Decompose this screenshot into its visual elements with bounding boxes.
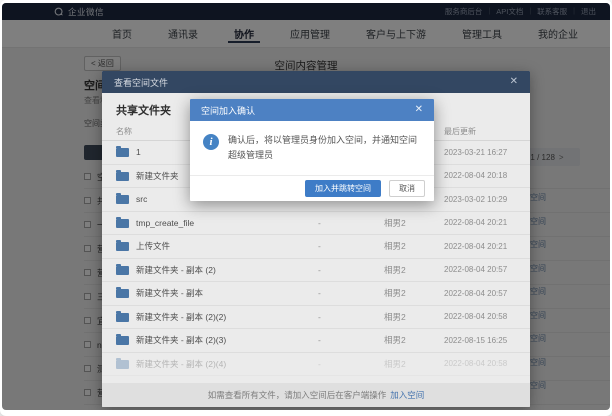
file-name-cell: 新建文件夹 - 副本 (2)(2) bbox=[116, 311, 314, 323]
folder-icon bbox=[116, 148, 129, 157]
folder-icon bbox=[116, 336, 129, 345]
file-name: src bbox=[136, 194, 147, 204]
file-updated: 2022-08-15 16:25 bbox=[444, 336, 516, 345]
files-dialog-footer: 如需查看所有文件，请加入空间后在客户端操作 加入空间 bbox=[102, 383, 530, 407]
file-name-cell: 上传文件 bbox=[116, 240, 314, 252]
file-updated: 2022-08-04 20:58 bbox=[444, 312, 516, 321]
info-icon: i bbox=[203, 134, 219, 150]
file-row[interactable]: 新建文件夹 - 副本 (2) -相男22022-08-04 20:57 bbox=[102, 259, 530, 283]
confirm-dialog-title: 空间加入确认 bbox=[201, 104, 255, 117]
file-name: 新建文件夹 - 副本 (2)(3) bbox=[136, 334, 226, 346]
file-size: - bbox=[314, 288, 374, 298]
file-size: - bbox=[314, 335, 374, 345]
file-name-cell: 新建文件夹 - 副本 (2) bbox=[116, 264, 314, 276]
file-creator: 相男2 bbox=[374, 311, 444, 323]
file-creator: 相男2 bbox=[374, 334, 444, 346]
folder-icon bbox=[116, 313, 129, 322]
file-creator: 相男2 bbox=[374, 287, 444, 299]
footer-hint: 如需查看所有文件，请加入空间后在客户端操作 bbox=[208, 389, 387, 401]
close-icon[interactable]: ✕ bbox=[415, 105, 423, 115]
file-name: 新建文件夹 - 副本 (2)(2) bbox=[136, 311, 226, 323]
file-size: - bbox=[314, 265, 374, 275]
file-updated: 2022-08-04 20:57 bbox=[444, 265, 516, 274]
file-name-cell: tmp_create_file bbox=[116, 218, 314, 228]
column-updated: 最后更新 bbox=[444, 126, 516, 137]
file-name: 上传文件 bbox=[136, 240, 170, 252]
file-size: - bbox=[314, 312, 374, 322]
file-creator: 相男2 bbox=[374, 264, 444, 276]
join-space-link[interactable]: 加入空间 bbox=[390, 389, 424, 401]
file-row[interactable]: 新建文件夹 - 副本 (2)(4) -相男22022-08-04 20:58 bbox=[102, 353, 530, 377]
file-row[interactable]: 新建文件夹 - 副本 (2)(2) -相男22022-08-04 20:58 bbox=[102, 306, 530, 330]
folder-icon bbox=[116, 195, 129, 204]
file-updated: 2022-08-04 20:18 bbox=[444, 171, 516, 180]
file-updated: 2023-03-02 10:29 bbox=[444, 195, 516, 204]
file-creator: 相男2 bbox=[374, 358, 444, 370]
folder-icon bbox=[116, 360, 129, 369]
file-creator: 相男2 bbox=[374, 240, 444, 252]
file-name: 新建文件夹 bbox=[136, 170, 179, 182]
file-row[interactable]: 新建文件夹 - 副本 -相男22022-08-04 20:57 bbox=[102, 282, 530, 306]
files-dialog-title: 查看空间文件 bbox=[114, 76, 168, 89]
file-row[interactable]: 上传文件 -相男22022-08-04 20:21 bbox=[102, 235, 530, 259]
file-updated: 2022-08-04 20:21 bbox=[444, 242, 516, 251]
confirm-message: 确认后，将以管理员身份加入空间，并通知空间超级管理员 bbox=[228, 133, 420, 162]
browser-window: 企业微信 服务商后台|API文档|联系客服|退出 首页通讯录协作应用管理客户与上… bbox=[0, 0, 612, 416]
file-size: - bbox=[314, 359, 374, 369]
file-name: tmp_create_file bbox=[136, 218, 194, 228]
join-confirm-dialog: 空间加入确认 ✕ i 确认后，将以管理员身份加入空间，并通知空间超级管理员 加入… bbox=[190, 99, 434, 201]
file-name: 1 bbox=[136, 147, 141, 157]
wecom-admin-app: 企业微信 服务商后台|API文档|联系客服|退出 首页通讯录协作应用管理客户与上… bbox=[2, 3, 610, 410]
file-size: - bbox=[314, 218, 374, 228]
file-name: 新建文件夹 - 副本 bbox=[136, 287, 203, 299]
file-size: - bbox=[314, 241, 374, 251]
folder-icon bbox=[116, 266, 129, 275]
confirm-dialog-body: i 确认后，将以管理员身份加入空间，并通知空间超级管理员 bbox=[190, 121, 434, 175]
file-name: 新建文件夹 - 副本 (2)(4) bbox=[136, 358, 226, 370]
folder-icon bbox=[116, 289, 129, 298]
file-name-cell: 新建文件夹 - 副本 (2)(3) bbox=[116, 334, 314, 346]
join-and-go-button[interactable]: 加入并跳转空间 bbox=[305, 180, 381, 197]
file-creator: 相男2 bbox=[374, 217, 444, 229]
confirm-dialog-header: 空间加入确认 ✕ bbox=[190, 99, 434, 121]
file-row[interactable]: tmp_create_file -相男22022-08-04 20:21 bbox=[102, 212, 530, 236]
file-updated: 2022-08-04 20:58 bbox=[444, 359, 516, 368]
folder-icon bbox=[116, 219, 129, 228]
file-row[interactable]: 新建文件夹 - 副本 (2)(3) -相男22022-08-15 16:25 bbox=[102, 329, 530, 353]
file-name: 新建文件夹 - 副本 (2) bbox=[136, 264, 216, 276]
files-dialog-header: 查看空间文件 ✕ bbox=[102, 71, 530, 93]
file-name-cell: 新建文件夹 - 副本 bbox=[116, 287, 314, 299]
confirm-dialog-footer: 加入并跳转空间 取消 bbox=[190, 175, 434, 201]
file-updated: 2022-08-04 20:21 bbox=[444, 218, 516, 227]
folder-icon bbox=[116, 172, 129, 181]
file-updated: 2023-03-21 16:27 bbox=[444, 148, 516, 157]
cancel-button[interactable]: 取消 bbox=[389, 180, 425, 197]
folder-icon bbox=[116, 242, 129, 251]
file-name-cell: 新建文件夹 - 副本 (2)(4) bbox=[116, 358, 314, 370]
close-icon[interactable]: ✕ bbox=[510, 77, 518, 87]
file-updated: 2022-08-04 20:57 bbox=[444, 289, 516, 298]
